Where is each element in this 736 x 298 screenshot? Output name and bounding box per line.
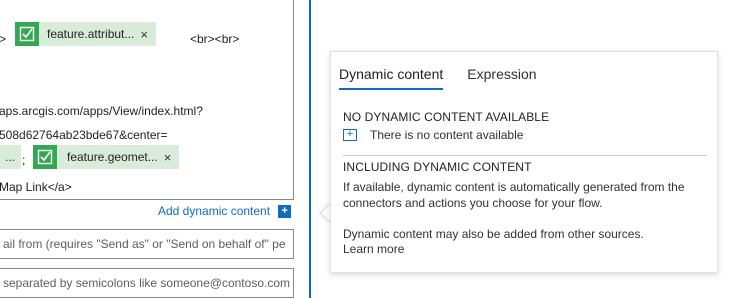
dynamic-token-partial[interactable]: ... — [0, 145, 22, 169]
including-description: If available, dynamic content is automat… — [343, 180, 685, 210]
email-body-editor-region: > feature.attribut... × <br><br> aps.arc… — [0, 0, 310, 298]
tab-expression[interactable]: Expression — [467, 64, 536, 90]
body-line-3: 508d62764ab23bde67&center= — [0, 128, 168, 142]
dynamic-token-attribute[interactable]: feature.attribut... × — [15, 22, 156, 46]
cc-placeholder: separated by semicolons like someone@con… — [3, 276, 290, 290]
body-line-5: Map Link</a> — [0, 180, 72, 194]
learn-more-link[interactable]: Learn more — [343, 242, 404, 256]
other-sources-text: Dynamic content may also be added from o… — [343, 227, 644, 241]
remove-token-icon[interactable]: × — [164, 150, 180, 165]
checklist-icon — [15, 22, 39, 46]
no-content-row: + There is no content available — [343, 128, 523, 142]
no-content-text: There is no content available — [370, 128, 524, 142]
including-dynamic-content-heading: INCLUDING DYNAMIC CONTENT — [343, 160, 532, 174]
send-from-placeholder: ail from (requires "Send as" or "Send on… — [3, 237, 286, 251]
dynamic-token-geometry[interactable]: feature.geomet... × — [33, 145, 180, 169]
dynamic-content-flyout: Dynamic content Expression NO DYNAMIC CO… — [330, 51, 718, 273]
cc-input[interactable]: separated by semicolons like someone@con… — [0, 268, 294, 298]
token-label: feature.geomet... — [67, 150, 158, 164]
expand-box-icon: + — [343, 129, 357, 141]
checklist-icon — [33, 145, 57, 169]
add-dynamic-content-icon: + — [278, 204, 292, 218]
email-body-editor[interactable]: > feature.attribut... × <br><br> aps.arc… — [0, 0, 294, 200]
panel-divider — [309, 0, 311, 298]
body-line-2: aps.arcgis.com/apps/View/index.html? — [0, 104, 203, 118]
separator-text: ; — [22, 153, 26, 167]
remove-token-icon[interactable]: × — [140, 27, 156, 42]
section-divider — [343, 155, 707, 156]
tab-dynamic-content[interactable]: Dynamic content — [339, 64, 444, 90]
send-from-input[interactable]: ail from (requires "Send as" or "Send on… — [0, 229, 294, 259]
body-line-1-prefix: > — [0, 32, 7, 46]
token-label: feature.attribut... — [47, 27, 135, 41]
add-dynamic-content-link[interactable]: Add dynamic content + — [158, 204, 292, 218]
add-dynamic-content-label: Add dynamic content — [158, 204, 271, 218]
flyout-tabs: Dynamic content Expression — [339, 64, 561, 90]
token-label: ... — [5, 150, 16, 164]
no-dynamic-content-heading: NO DYNAMIC CONTENT AVAILABLE — [343, 110, 550, 124]
body-line-1-suffix: <br><br> — [190, 32, 240, 46]
